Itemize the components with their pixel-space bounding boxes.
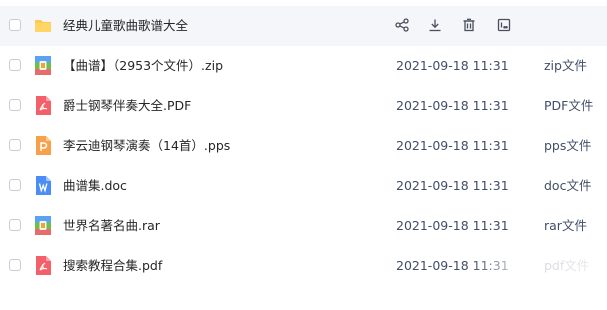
more-icon[interactable] bbox=[495, 16, 513, 34]
file-row[interactable]: 【曲谱】（2953个文件）.zip 2021-09-18 11:31 zip文件 bbox=[0, 46, 607, 86]
file-type: doc文件 bbox=[544, 178, 592, 193]
file-name[interactable]: 曲谱集.doc bbox=[63, 178, 127, 194]
pps-icon bbox=[34, 135, 52, 156]
file-type: pdf文件 bbox=[544, 258, 590, 273]
pdf-icon bbox=[34, 255, 52, 276]
file-type: pps文件 bbox=[544, 138, 592, 153]
file-date: 2021-09-18 11:31 bbox=[396, 138, 509, 153]
file-type: PDF文件 bbox=[544, 98, 594, 113]
row-checkbox[interactable] bbox=[9, 99, 21, 111]
file-type: rar文件 bbox=[544, 218, 587, 233]
file-row[interactable]: 李云迪钢琴演奏（14首）.pps 2021-09-18 11:31 pps文件 bbox=[0, 126, 607, 166]
row-checkbox[interactable] bbox=[9, 219, 21, 231]
file-name[interactable]: 李云迪钢琴演奏（14首）.pps bbox=[63, 138, 230, 154]
file-name[interactable]: 世界名著名曲.rar bbox=[63, 218, 160, 234]
file-date: 2021-09-18 11:31 bbox=[396, 98, 509, 113]
download-icon[interactable] bbox=[426, 16, 444, 34]
row-checkbox[interactable] bbox=[9, 19, 21, 31]
file-row[interactable]: 曲谱集.doc 2021-09-18 11:31 doc文件 bbox=[0, 166, 607, 206]
file-name[interactable]: 爵士钢琴伴奏大全.PDF bbox=[63, 98, 191, 114]
file-row[interactable]: 爵士钢琴伴奏大全.PDF 2021-09-18 11:31 PDF文件 bbox=[0, 86, 607, 126]
file-date: 2021-09-18 11:31 bbox=[396, 218, 509, 233]
file-name[interactable]: 经典儿童歌曲歌谱大全 bbox=[63, 18, 188, 34]
delete-icon[interactable] bbox=[460, 16, 478, 34]
file-date: 2021-09-18 11:31 bbox=[396, 258, 509, 273]
file-list: 经典儿童歌曲歌谱大全 【曲谱】（2953个文件）.zip 2021-09-18 … bbox=[0, 0, 607, 310]
row-checkbox[interactable] bbox=[9, 179, 21, 191]
file-type: zip文件 bbox=[544, 58, 587, 73]
file-date: 2021-09-18 11:31 bbox=[396, 178, 509, 193]
folder-icon bbox=[34, 15, 52, 36]
row-checkbox[interactable] bbox=[9, 259, 21, 271]
doc-icon bbox=[34, 175, 52, 196]
file-date: 2021-09-18 11:31 bbox=[396, 58, 509, 73]
share-icon[interactable] bbox=[393, 16, 411, 34]
file-name[interactable]: 【曲谱】（2953个文件）.zip bbox=[63, 58, 223, 74]
file-row[interactable]: 搜索教程合集.pdf 2021-09-18 11:31 pdf文件 bbox=[0, 246, 607, 286]
rar-icon bbox=[34, 215, 52, 236]
row-checkbox[interactable] bbox=[9, 59, 21, 71]
row-checkbox[interactable] bbox=[9, 139, 21, 151]
file-row[interactable]: 经典儿童歌曲歌谱大全 bbox=[0, 6, 607, 46]
file-row[interactable]: 世界名著名曲.rar 2021-09-18 11:31 rar文件 bbox=[0, 206, 607, 246]
zip-icon bbox=[34, 55, 52, 76]
pdf-icon bbox=[34, 95, 52, 116]
file-name[interactable]: 搜索教程合集.pdf bbox=[63, 258, 162, 274]
